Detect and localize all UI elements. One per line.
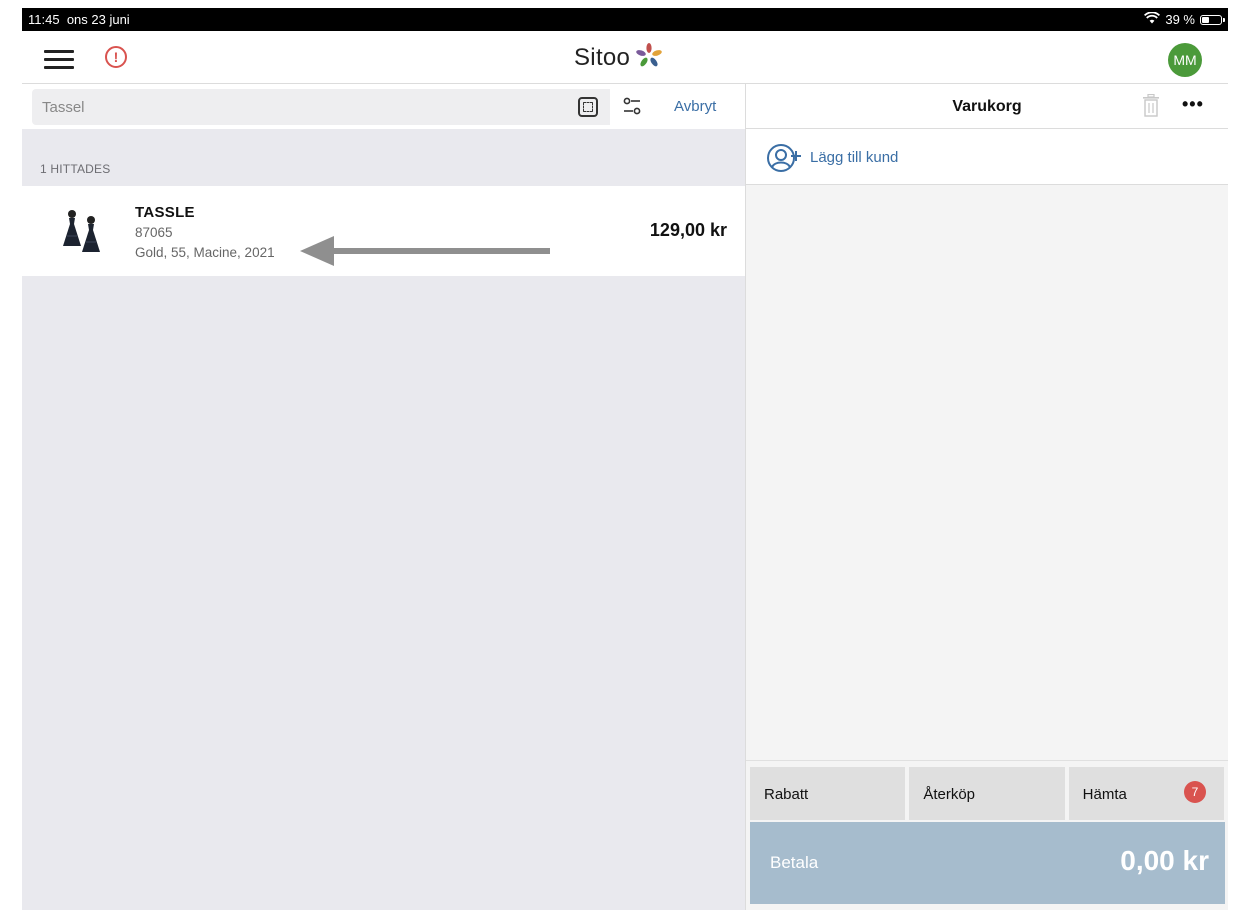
- status-bar: 11:45 ons 23 juni 39 %: [22, 8, 1228, 31]
- add-customer-label: Lägg till kund: [810, 149, 899, 166]
- return-label: Återköp: [923, 786, 976, 803]
- barcode-scan-icon[interactable]: [578, 97, 598, 117]
- add-user-icon: [766, 143, 804, 178]
- more-options-icon[interactable]: •••: [1182, 94, 1204, 115]
- status-time: 11:45: [28, 12, 60, 27]
- search-bar: Avbryt: [22, 84, 745, 129]
- filter-icon: [610, 97, 656, 129]
- product-attributes: Gold, 55, Macine, 2021: [135, 245, 275, 260]
- cancel-button[interactable]: Avbryt: [674, 98, 716, 115]
- top-bar: ! Sitoo MM: [22, 31, 1228, 84]
- results-count: 1 HITTADES: [40, 162, 111, 176]
- flower-icon: [634, 41, 664, 76]
- product-image: [52, 208, 112, 258]
- cart-pane: Varukorg ••• Lägg till kund Rabatt Återk…: [746, 84, 1228, 910]
- retrieve-button[interactable]: Hämta 7: [1068, 767, 1224, 820]
- product-sku: 87065: [135, 225, 173, 240]
- retrieve-label: Hämta: [1082, 786, 1127, 803]
- search-field: [32, 89, 656, 125]
- discount-button[interactable]: Rabatt: [750, 767, 906, 820]
- menu-icon[interactable]: [44, 50, 74, 70]
- cart-header: Varukorg •••: [746, 84, 1228, 129]
- retrieve-count-badge: 7: [1183, 781, 1206, 803]
- add-customer-button[interactable]: Lägg till kund: [746, 129, 1228, 185]
- wifi-icon: [1144, 11, 1161, 27]
- alert-icon[interactable]: !: [105, 46, 127, 68]
- status-right: 39 %: [1144, 11, 1225, 27]
- battery-icon: [1200, 14, 1225, 25]
- cart-total: 0,00 kr: [1120, 845, 1209, 876]
- status-date: ons 23 juni: [66, 12, 130, 27]
- cart-actions: Rabatt Återköp Hämta 7: [746, 760, 1228, 820]
- pay-button[interactable]: Betala 0,00 kr: [750, 822, 1225, 904]
- brand-logo: Sitoo: [574, 41, 664, 76]
- battery-percent: 39 %: [1165, 12, 1195, 27]
- return-button[interactable]: Återköp: [909, 767, 1065, 820]
- product-name: TASSLE: [135, 204, 195, 221]
- status-datetime: 11:45 ons 23 juni: [28, 12, 130, 27]
- product-price: 129,00 kr: [649, 220, 727, 240]
- filter-button[interactable]: [610, 89, 656, 125]
- app-window: 11:45 ons 23 juni 39 % ! Sitoo MM Tassel…: [22, 8, 1228, 910]
- pay-label: Betala: [770, 853, 819, 872]
- trash-icon[interactable]: [1142, 93, 1160, 123]
- search-input[interactable]: [32, 89, 572, 125]
- brand-name: Sitoo: [574, 44, 631, 71]
- left-arrow-icon: [300, 234, 552, 273]
- product-search-pane: Avbryt 1 HITTADES TASSLE 87065 Gold, 55,…: [22, 84, 745, 910]
- battery-fill: [1202, 16, 1210, 23]
- user-avatar[interactable]: MM: [1168, 43, 1202, 77]
- discount-label: Rabatt: [764, 786, 809, 803]
